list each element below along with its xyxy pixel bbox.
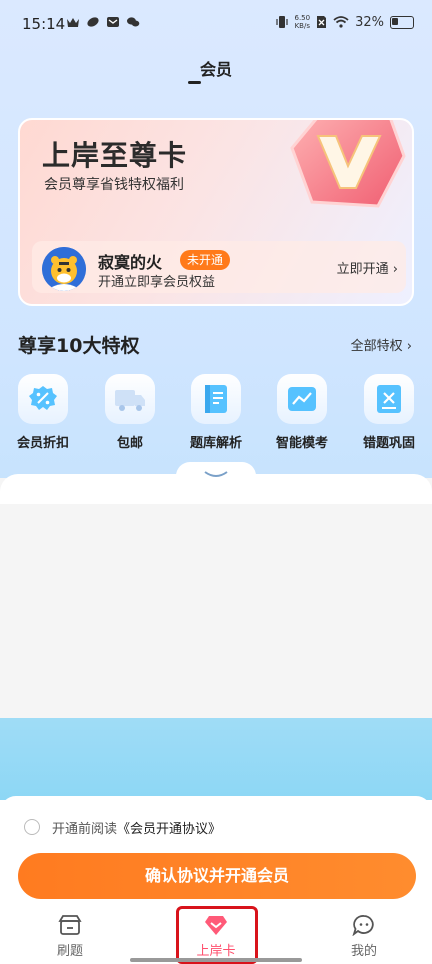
tab-mine[interactable]: 我的 <box>324 914 404 959</box>
avatar <box>42 247 86 291</box>
battery-percent: 32% <box>355 14 384 30</box>
status-time: 15:14 <box>22 15 66 33</box>
privilege-label: 智能模考 <box>275 436 328 451</box>
tiger-avatar-icon <box>42 247 86 291</box>
title-underline <box>188 81 201 84</box>
privilege-item-question-bank[interactable]: 题库解析 <box>181 374 251 451</box>
sim-off-icon <box>317 16 327 28</box>
agreement-link[interactable]: 《会员开通协议》 <box>117 822 221 837</box>
network-speed: 6.50 KB/s <box>295 14 311 30</box>
highlight-box <box>176 906 258 964</box>
tab-label: 我的 <box>350 944 377 959</box>
vibrate-icon <box>275 16 288 28</box>
status-bar: 15:14 6.50 KB/s 32% <box>0 0 432 50</box>
status-right: 6.50 KB/s 32% <box>275 14 414 30</box>
home-indicator <box>130 958 302 962</box>
notification-icons <box>66 16 140 28</box>
tab-practice[interactable]: 刷题 <box>30 914 110 959</box>
chart-icon <box>277 374 327 424</box>
agreement-text: 开通前阅读《会员开通协议》 <box>52 818 221 837</box>
content-panel <box>0 478 432 718</box>
wechat-icon <box>127 17 140 27</box>
privilege-item-shipping[interactable]: 包邮 <box>95 374 165 451</box>
battery-icon <box>390 15 414 29</box>
privilege-item-discount[interactable]: 会员折扣 <box>8 374 78 451</box>
vip-card-subtitle: 会员尊享省钱特权福利 <box>44 177 184 193</box>
all-privileges-link[interactable]: 全部特权 › <box>351 335 412 354</box>
open-now-link[interactable]: 立即开通 › <box>337 258 398 277</box>
vip-card-title: 上岸至尊卡 <box>42 139 188 172</box>
page-title: 会员 <box>199 60 232 79</box>
book-icon <box>191 374 241 424</box>
confirm-open-button[interactable]: 确认协议并开通会员 <box>18 853 416 899</box>
agreement-prefix: 开通前阅读 <box>52 822 118 837</box>
v-gem-icon <box>290 120 406 208</box>
tab-label: 刷题 <box>56 944 83 959</box>
all-privileges-label: 全部特权 <box>350 339 403 354</box>
chevron-right-icon: › <box>392 262 398 277</box>
privilege-label: 题库解析 <box>189 436 242 451</box>
discount-icon <box>18 374 68 424</box>
chevron-right-icon: › <box>406 339 412 354</box>
speed-unit: KB/s <box>294 22 310 30</box>
open-now-label: 立即开通 <box>336 262 389 277</box>
privilege-label: 包邮 <box>116 436 143 451</box>
crown-icon <box>67 18 79 27</box>
user-status-bar[interactable]: 寂寞的火 未开通 开通立即享会员权益 立即开通 › <box>32 241 406 293</box>
chat-bubble-icon <box>352 914 376 937</box>
status-badge: 未开通 <box>180 250 231 270</box>
wrong-question-icon <box>364 374 414 424</box>
privilege-label: 会员折扣 <box>16 436 69 451</box>
privilege-label: 错题巩固 <box>362 436 415 451</box>
privilege-item-wrong-questions[interactable]: 错题巩固 <box>354 374 424 451</box>
user-hint: 开通立即享会员权益 <box>98 275 216 290</box>
truck-icon <box>105 374 155 424</box>
speed-value: 6.50 <box>294 14 311 22</box>
agreement-checkbox[interactable] <box>24 819 40 835</box>
user-name: 寂寞的火 <box>98 253 163 272</box>
leaf-icon <box>87 17 99 27</box>
store-icon <box>58 914 82 936</box>
privilege-item-mock-exam[interactable]: 智能模考 <box>267 374 337 451</box>
vip-card: 上岸至尊卡 会员尊享省钱特权福利 寂寞的火 未开通 开通立即享会员权益 立即开通… <box>18 118 414 306</box>
mail-icon <box>107 17 119 27</box>
privileges-title: 尊享10大特权 <box>18 335 140 357</box>
wifi-icon <box>333 16 349 28</box>
chevron-down-icon[interactable] <box>203 470 229 480</box>
